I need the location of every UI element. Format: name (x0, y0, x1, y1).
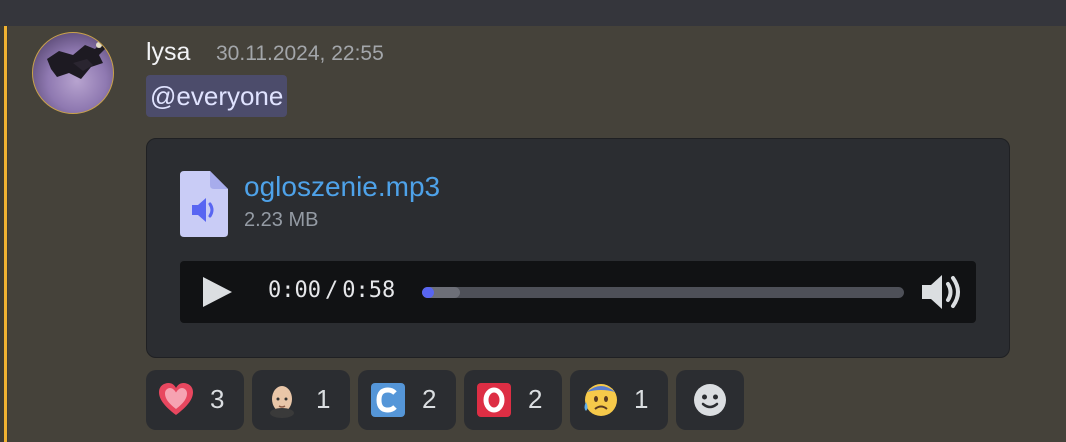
smiley-add-icon (694, 384, 726, 416)
message-author[interactable]: lysa (146, 38, 190, 67)
heart-icon (159, 383, 193, 415)
volume-icon[interactable] (920, 273, 966, 311)
reaction-count: 1 (634, 384, 649, 414)
audio-attachment: ogloszenie.mp3 2.23 MB 0:00/0:58 (146, 138, 1010, 358)
anxious-face-with-sweat-icon (584, 384, 617, 416)
reaction-anxious-face[interactable]: 1 (570, 370, 668, 430)
reaction-count: 2 (528, 384, 543, 414)
message-timestamp: 30.11.2024, 22:55 (216, 42, 384, 65)
reaction-letter-c[interactable]: 2 (358, 370, 456, 430)
letter-c-icon (371, 383, 405, 417)
everyone-mention[interactable]: @everyone (146, 75, 288, 117)
progress-bar[interactable] (422, 287, 904, 298)
audio-file-icon (180, 171, 228, 237)
reaction-count: 1 (316, 384, 331, 414)
time-separator: / (324, 278, 339, 303)
mention-highlight-bar (0, 26, 8, 442)
attachment-file-name[interactable]: ogloszenie.mp3 (244, 171, 440, 203)
reaction-bald-man[interactable]: 1 (252, 370, 350, 430)
add-reaction-button[interactable] (676, 370, 744, 430)
playback-time: 0:00/0:58 (268, 278, 395, 303)
letter-o-icon (477, 383, 511, 417)
channel-header-bar (0, 0, 1066, 26)
audio-player: 0:00/0:58 (180, 261, 976, 323)
total-duration: 0:58 (342, 278, 396, 303)
attachment-file-size: 2.23 MB (244, 209, 319, 231)
reaction-letter-o[interactable]: 2 (464, 370, 562, 430)
current-time: 0:00 (268, 278, 321, 303)
reaction-count: 3 (210, 384, 225, 414)
reaction-count: 2 (422, 384, 437, 414)
play-icon[interactable] (200, 275, 234, 309)
avatar[interactable] (32, 32, 114, 114)
reaction-heart[interactable]: 3 (146, 370, 244, 430)
progress-fill (422, 287, 434, 298)
bald-man-icon (270, 386, 294, 418)
